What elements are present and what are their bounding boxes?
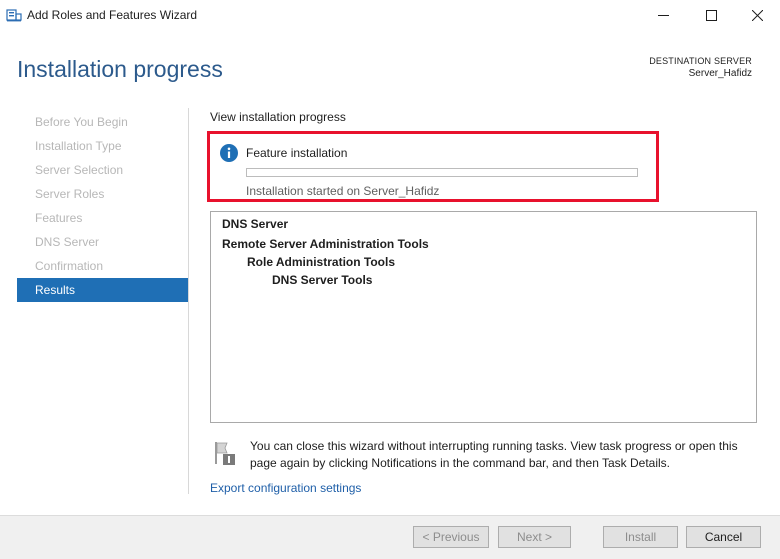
next-button[interactable]: Next > bbox=[498, 526, 571, 548]
flag-notification-icon bbox=[215, 442, 235, 465]
installation-progress-bar bbox=[246, 168, 638, 177]
status-subtitle: Installation started on Server_Hafidz bbox=[246, 184, 440, 198]
status-title: Feature installation bbox=[246, 146, 348, 160]
navigation-divider bbox=[188, 108, 189, 494]
title-bar: Add Roles and Features Wizard bbox=[0, 0, 780, 30]
cancel-button[interactable]: Cancel bbox=[686, 526, 761, 548]
result-item: Role Administration Tools bbox=[247, 255, 396, 269]
previous-button[interactable]: < Previous bbox=[413, 526, 489, 548]
nav-item-server-roles[interactable]: Server Roles bbox=[17, 182, 188, 206]
maximize-icon bbox=[706, 10, 717, 21]
results-list[interactable]: DNS Server Remote Server Administration … bbox=[210, 211, 757, 423]
nav-item-server-selection[interactable]: Server Selection bbox=[17, 158, 188, 182]
install-button[interactable]: Install bbox=[603, 526, 678, 548]
maximize-button[interactable] bbox=[688, 0, 734, 30]
minimize-icon bbox=[658, 15, 669, 16]
server-manager-icon bbox=[6, 9, 22, 22]
nav-item-dns-server[interactable]: DNS Server bbox=[17, 230, 188, 254]
wizard-navigation: Before You Begin Installation Type Serve… bbox=[17, 110, 188, 302]
close-icon bbox=[752, 10, 763, 21]
info-icon bbox=[220, 144, 238, 162]
background-task-note: You can close this wizard without interr… bbox=[250, 439, 738, 470]
result-item: DNS Server bbox=[222, 217, 289, 231]
export-configuration-link[interactable]: Export configuration settings bbox=[210, 481, 361, 495]
close-button[interactable] bbox=[734, 0, 780, 30]
nav-item-confirmation[interactable]: Confirmation bbox=[17, 254, 188, 278]
wizard-footer: < Previous Next > Install Cancel bbox=[0, 515, 780, 559]
nav-item-before-you-begin[interactable]: Before You Begin bbox=[17, 110, 188, 134]
installation-status-box: Feature installation Installation starte… bbox=[207, 131, 659, 202]
section-heading: View installation progress bbox=[210, 110, 346, 124]
destination-server-label: DESTINATION SERVER bbox=[649, 56, 752, 66]
nav-item-results[interactable]: Results bbox=[17, 278, 188, 302]
nav-item-features[interactable]: Features bbox=[17, 206, 188, 230]
result-item: DNS Server Tools bbox=[272, 273, 373, 287]
page-title: Installation progress bbox=[17, 56, 223, 82]
minimize-button[interactable] bbox=[640, 0, 686, 30]
window-title: Add Roles and Features Wizard bbox=[27, 8, 198, 22]
destination-server-value: Server_Hafidz bbox=[688, 68, 752, 79]
nav-item-installation-type[interactable]: Installation Type bbox=[17, 134, 188, 158]
result-item: Remote Server Administration Tools bbox=[222, 237, 429, 251]
